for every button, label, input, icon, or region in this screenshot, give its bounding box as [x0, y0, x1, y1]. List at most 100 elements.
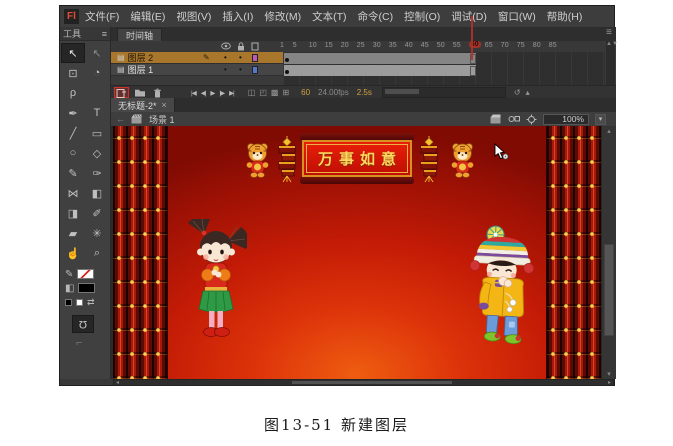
no-color-icon[interactable]	[76, 299, 83, 306]
hand-tool[interactable]: ☝	[61, 243, 85, 263]
onion-skin-icon-3[interactable]: ▩	[271, 88, 279, 97]
menu-item-2[interactable]: 编辑(E)	[130, 9, 165, 24]
scroll-up-icon[interactable]: ▴	[602, 127, 616, 135]
timeline-hscrollbar[interactable]	[382, 87, 506, 98]
eraser-tool[interactable]: ▰	[61, 223, 85, 243]
menu-item-1[interactable]: 文件(F)	[85, 9, 119, 24]
menu-item-8[interactable]: 控制(O)	[404, 9, 440, 24]
menu-item-6[interactable]: 文本(T)	[312, 9, 346, 24]
pen-tool[interactable]: ✒	[61, 103, 85, 123]
lasso-tool[interactable]: ρ	[61, 83, 85, 103]
lock-column-icon[interactable]	[237, 42, 245, 51]
polystar-tool[interactable]: ◇	[85, 143, 109, 163]
bone-tool[interactable]: ⋈	[61, 183, 85, 203]
stage-hscroll-thumb[interactable]	[292, 381, 452, 384]
timeline-hscroll-thumb[interactable]	[385, 89, 419, 94]
oval-tool[interactable]: ○	[61, 143, 85, 163]
playback-icon-5[interactable]: ▶|	[229, 89, 234, 97]
playback-icon-1[interactable]: |◀	[191, 89, 196, 97]
pencil-tool-icon: ✎	[68, 167, 77, 180]
back-icon[interactable]: ←	[116, 114, 125, 124]
firecracker-bundle-right	[418, 136, 440, 183]
stage-canvas[interactable]: 万事如意	[113, 126, 601, 379]
menu-item-9[interactable]: 调试(D)	[451, 9, 487, 24]
frame-span-图层 1[interactable]	[284, 65, 476, 76]
stage-hscrollbar[interactable]: ◂ ▸	[113, 379, 614, 386]
default-colors-icon[interactable]	[65, 299, 72, 306]
outline-color-chip[interactable]	[252, 66, 258, 74]
new-layer-button[interactable]	[114, 87, 129, 98]
layer-row-图层 1[interactable]: ▤图层 1••	[111, 64, 283, 76]
menu-item-10[interactable]: 窗口(W)	[498, 9, 536, 24]
rectangle-tool[interactable]: ▭	[85, 123, 109, 143]
document-tab[interactable]: 无标题-2* ×	[111, 98, 175, 112]
playback-icon-4[interactable]: |▶	[219, 89, 224, 97]
frame-end-marker[interactable]	[470, 66, 476, 76]
keyframe-dot[interactable]	[285, 70, 289, 74]
fill-color-swatch[interactable]	[78, 283, 95, 293]
onion-skin-icon-2[interactable]: ◰	[259, 88, 267, 97]
outline-column-icon[interactable]	[251, 42, 259, 51]
timeline-misc-icon-1[interactable]: ↺	[514, 88, 521, 97]
edit-symbols-icon[interactable]	[508, 114, 520, 124]
line-tool[interactable]: ╱	[61, 123, 85, 143]
stage-vscrollbar[interactable]: ▴ ▾	[601, 126, 616, 379]
menu-item-7[interactable]: 命令(C)	[358, 9, 394, 24]
panel-menu-icon[interactable]: ≡	[102, 29, 107, 39]
subselection-tool[interactable]: ↖	[85, 43, 109, 63]
keyframe-dot[interactable]	[285, 58, 289, 62]
paint-bucket-tool[interactable]: ◧	[85, 183, 109, 203]
lock-dot[interactable]: •	[239, 65, 242, 74]
scroll-right-icon[interactable]: ▸	[608, 379, 611, 386]
swap-colors-icon[interactable]: ⇄	[87, 297, 95, 308]
edit-scene-icon[interactable]	[490, 114, 502, 124]
playback-icon-3[interactable]: ▶	[210, 89, 214, 97]
lock-dot[interactable]: •	[239, 53, 242, 62]
onion-skin-icon-4[interactable]: ⊞	[282, 88, 289, 97]
menu-item-5[interactable]: 修改(M)	[264, 9, 301, 24]
snap-to-objects-button[interactable]: Ω	[72, 315, 94, 333]
scene-label[interactable]: 场景 1	[149, 113, 175, 126]
outline-color-chip[interactable]	[252, 54, 258, 62]
selection-tool[interactable]: ↖	[61, 43, 85, 63]
ruler-label-45: 45	[421, 42, 429, 49]
visibility-column-icon[interactable]	[221, 42, 231, 50]
stage-vscroll-thumb[interactable]	[604, 244, 614, 336]
stroke-color-swatch[interactable]	[77, 269, 94, 279]
scroll-left-icon[interactable]: ◂	[116, 379, 119, 386]
brush-tool[interactable]: ✑	[85, 163, 109, 183]
zoom-level-select[interactable]: 100%	[543, 114, 589, 125]
frame-span-图层 2[interactable]	[284, 53, 476, 64]
close-icon[interactable]: ×	[162, 100, 167, 110]
text-tool[interactable]: T	[85, 103, 109, 123]
visibility-dot[interactable]: •	[224, 65, 227, 74]
timeline-vscroll[interactable]: ▲▼	[606, 41, 615, 85]
ink-bottle-tool-icon: ◨	[68, 207, 78, 220]
eyedropper-tool[interactable]: ✐	[85, 203, 109, 223]
free-transform-tool[interactable]: ⊡	[61, 63, 85, 83]
timeline-misc-icon-2[interactable]: ▴	[526, 88, 530, 97]
onion-skin-icon-1[interactable]: ◫	[248, 88, 256, 97]
menu-item-11[interactable]: 帮助(H)	[547, 9, 583, 24]
playback-icon-2[interactable]: ◀|	[201, 89, 206, 97]
scroll-down-icon[interactable]: ▾	[602, 370, 616, 378]
visibility-dot[interactable]: •	[224, 53, 227, 62]
pencil-tool[interactable]: ✎	[61, 163, 85, 183]
menu-item-4[interactable]: 插入(I)	[222, 9, 253, 24]
tab-timeline[interactable]: 时间轴	[117, 28, 162, 42]
deco-tool[interactable]: ✳	[85, 223, 109, 243]
menu-item-3[interactable]: 视图(V)	[176, 9, 211, 24]
timeline-panel-menu-icon[interactable]: ≡	[606, 27, 612, 38]
pencil-icon: ✎	[203, 53, 210, 62]
frame-rate-value[interactable]: 24.00fps	[318, 88, 349, 97]
delete-layer-button[interactable]	[150, 87, 165, 98]
ink-bottle-tool[interactable]: ◨	[61, 203, 85, 223]
3d-rotation-tool[interactable]: ◔	[85, 63, 109, 83]
layer-name[interactable]: 图层 1	[128, 63, 154, 76]
ruler-label-50: 50	[437, 42, 445, 49]
zoom-tool[interactable]: ⌕	[85, 243, 109, 263]
playhead[interactable]	[471, 16, 473, 60]
new-folder-button[interactable]	[132, 87, 147, 98]
center-stage-icon[interactable]	[526, 114, 537, 125]
chevron-down-icon[interactable]: ▾	[595, 114, 606, 125]
